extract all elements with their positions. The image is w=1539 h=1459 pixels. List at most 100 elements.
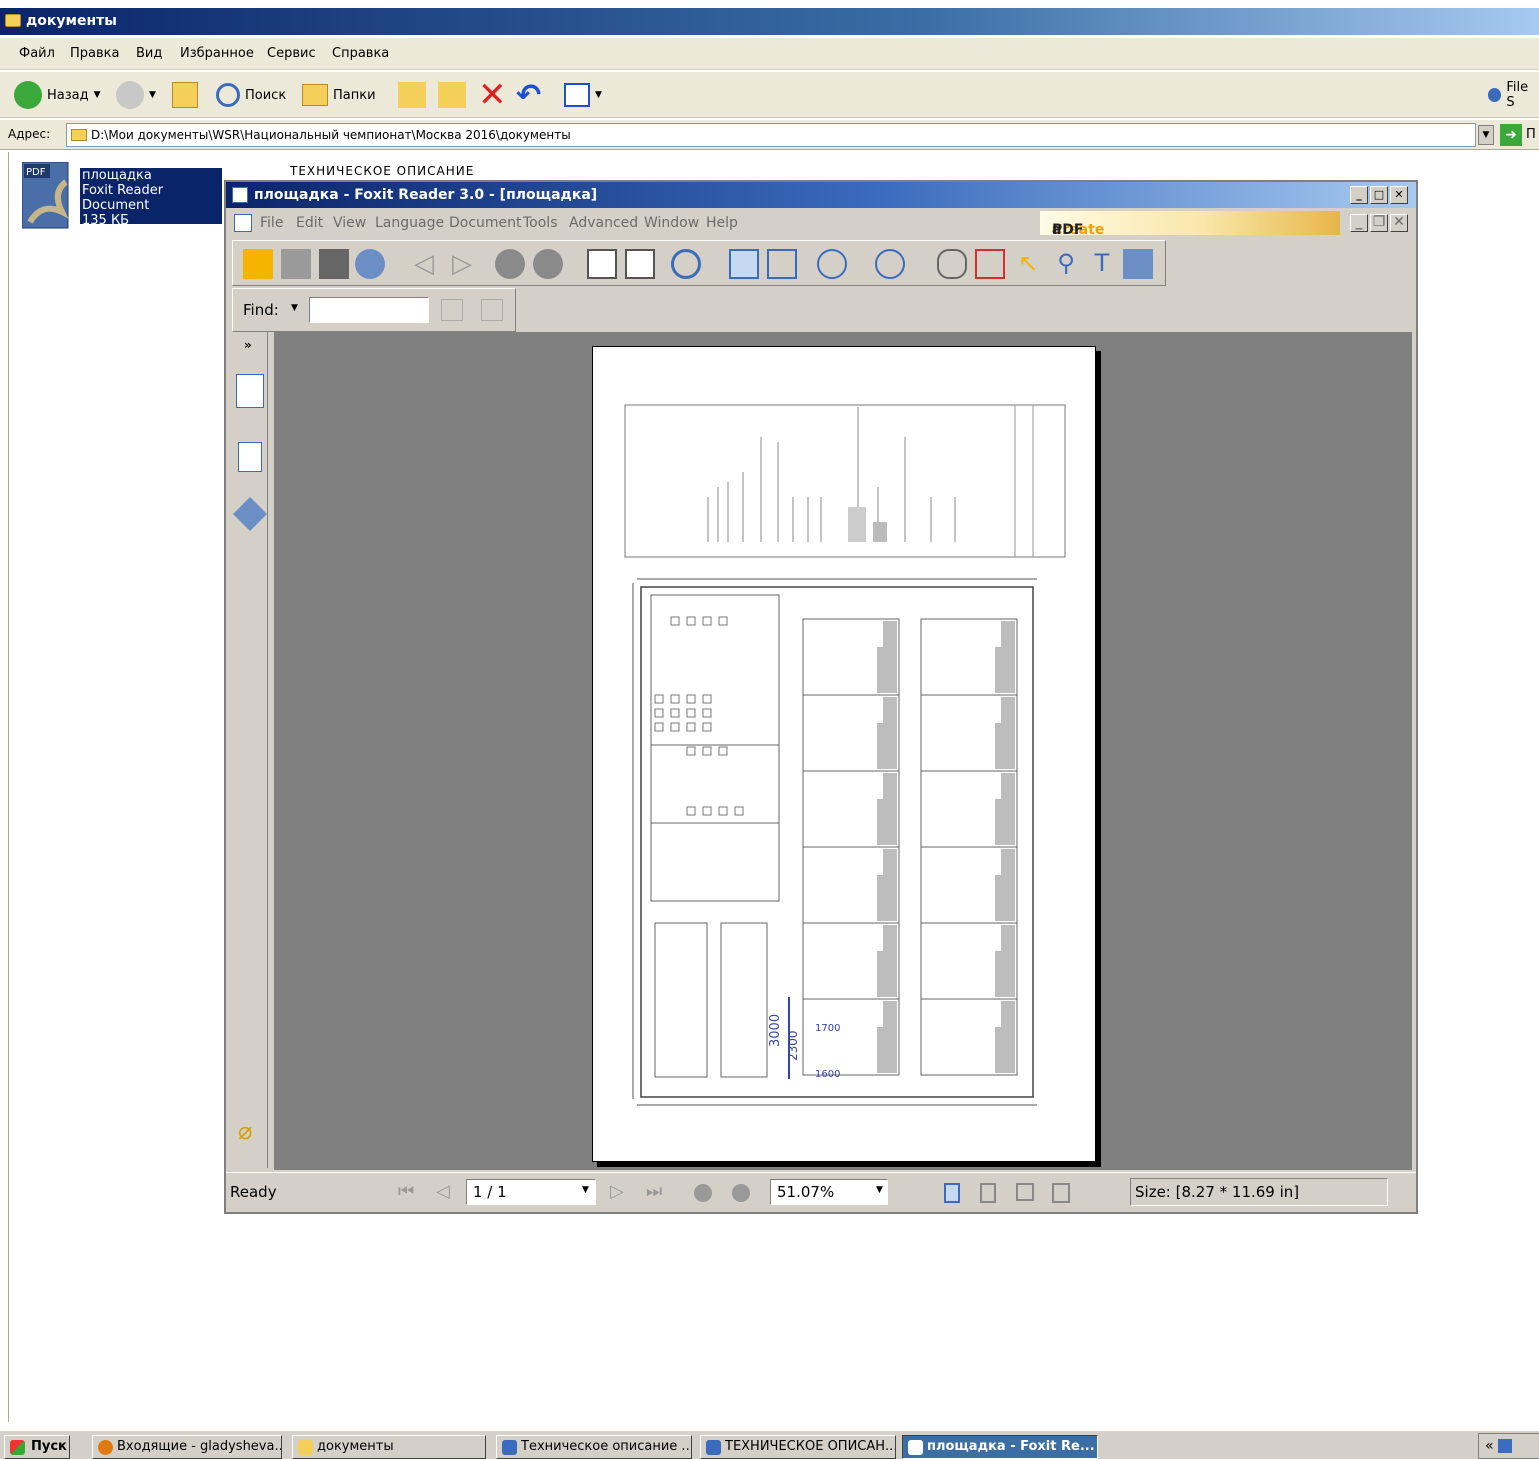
open-folder-icon[interactable] — [243, 249, 273, 279]
go-forward-view-icon[interactable] — [732, 1184, 750, 1202]
status-bar: Ready ⏮ ◁ 1 / 1 ▼ ▷ ⏭ 51.07% ▼ Size: [8.… — [226, 1172, 1416, 1212]
taskbar-item-tech-desc-caps[interactable]: ТЕХНИЧЕСКОЕ ОПИСАН... — [700, 1435, 896, 1459]
network-icon[interactable] — [1498, 1439, 1513, 1453]
expand-panel-icon[interactable]: » — [244, 338, 252, 352]
web-globe-icon[interactable] — [355, 249, 385, 279]
menu-window[interactable]: Window — [644, 215, 699, 231]
pdf-file-icon[interactable]: PDF — [21, 161, 70, 230]
foxit-title-bar[interactable]: площадка - Foxit Reader 3.0 - [площадка]… — [226, 182, 1416, 208]
select-arrow-icon[interactable]: ↖ — [1013, 249, 1043, 279]
layers-icon[interactable] — [233, 497, 267, 531]
single-page-icon[interactable] — [944, 1183, 960, 1203]
continuous-icon[interactable] — [980, 1183, 996, 1203]
zoom-in-circle-icon[interactable] — [875, 249, 905, 279]
explorer-title-bar[interactable]: документы — [0, 8, 1539, 35]
go-back-view-icon[interactable] — [694, 1184, 712, 1202]
typewriter-icon[interactable]: T — [1087, 249, 1117, 279]
taskbar-item-tech-desc[interactable]: Техническое описание ... — [496, 1435, 692, 1459]
save-icon[interactable] — [281, 249, 311, 279]
address-input[interactable]: D:\Мои документы\WSR\Национальный чемпио… — [66, 123, 1476, 147]
up-folder-button[interactable] — [172, 78, 198, 112]
menu-advanced[interactable]: Advanced — [569, 215, 638, 231]
delete-x-icon: ✕ — [478, 75, 507, 115]
page-size-field: Size: [8.27 * 11.69 in] — [1130, 1178, 1388, 1206]
menu-help[interactable]: Справка — [332, 46, 389, 61]
next-icon[interactable]: ▷ — [447, 249, 477, 279]
find-options-dropdown[interactable]: ▼ — [291, 303, 298, 313]
go-arrow-icon[interactable]: ➜ — [1500, 124, 1522, 146]
bookmarks-icon[interactable] — [236, 374, 264, 408]
doc-restore-button[interactable]: ❐ — [1370, 214, 1388, 232]
menu-document[interactable]: Document — [449, 215, 522, 231]
zoom-out-circle-icon[interactable] — [817, 249, 847, 279]
prev-page-icon[interactable]: ◁ — [436, 1181, 450, 1202]
print-icon[interactable] — [319, 249, 349, 279]
tray-expand[interactable]: « — [1485, 1438, 1494, 1454]
previous-icon[interactable]: ◁ — [409, 249, 439, 279]
pages-thumbnails-icon[interactable] — [238, 442, 262, 472]
menu-edit[interactable]: Edit — [296, 215, 323, 231]
minimize-button[interactable]: _ — [1350, 186, 1368, 204]
first-page-icon[interactable]: ⏮ — [398, 1181, 414, 1202]
menu-view[interactable]: View — [333, 215, 366, 231]
next-page-icon[interactable]: ▷ — [610, 1181, 624, 1202]
address-dropdown-button[interactable]: ▼ — [1478, 125, 1494, 145]
menu-file[interactable]: Файл — [19, 46, 55, 61]
close-button[interactable]: ✕ — [1390, 186, 1408, 204]
menu-help[interactable]: Help — [706, 215, 738, 231]
taskbar-item-inbox[interactable]: Входящие - gladysheva... — [92, 1435, 282, 1459]
menu-tools[interactable]: Сервис — [267, 46, 316, 61]
menu-tools[interactable]: Tools — [523, 215, 558, 231]
system-tray[interactable]: « — [1478, 1433, 1539, 1459]
taskbar-item-documents[interactable]: документы — [292, 1435, 486, 1459]
forward-button[interactable]: ▼ — [116, 78, 156, 112]
facing-icon[interactable] — [1016, 1183, 1034, 1201]
zoom-in-icon[interactable] — [671, 249, 701, 279]
rotate-right-icon[interactable] — [625, 249, 655, 279]
delete-button[interactable]: ✕ — [478, 75, 507, 115]
page-number-field[interactable]: 1 / 1 — [466, 1179, 596, 1205]
document-view[interactable]: 3000 2300 1700 1600 — [274, 332, 1412, 1170]
menu-view[interactable]: Вид — [136, 46, 162, 61]
find-input[interactable] — [309, 297, 429, 323]
handwritten-3000: 3000 — [768, 1014, 783, 1047]
doc-close-button[interactable]: ✕ — [1390, 214, 1408, 232]
copy-to-button[interactable] — [438, 78, 466, 112]
hand-tool-icon[interactable] — [937, 249, 967, 279]
menu-edit[interactable]: Правка — [70, 46, 119, 61]
doc-minimize-button[interactable]: _ — [1350, 214, 1368, 232]
attachment-clip-icon[interactable]: ⌀ — [238, 1117, 252, 1145]
undo-button[interactable]: ↶ — [516, 78, 541, 113]
find-previous-icon[interactable] — [441, 299, 463, 321]
background-file-label[interactable]: ТЕХНИЧЕСКОЕ ОПИСАНИЕ — [290, 164, 474, 178]
search-button[interactable]: Поиск — [216, 78, 286, 112]
zoom-dropdown-icon[interactable]: ▼ — [876, 1185, 883, 1195]
menu-language[interactable]: Language — [375, 215, 444, 231]
back-button[interactable]: Назад ▼ — [14, 78, 101, 112]
maximize-button[interactable]: □ — [1370, 186, 1388, 204]
text-select-icon[interactable] — [975, 249, 1005, 279]
zoom-field[interactable]: 51.07% — [770, 1179, 888, 1205]
fit-page-icon[interactable] — [729, 249, 759, 279]
binoculars-icon[interactable]: ⚲ — [1051, 249, 1081, 279]
continuous-facing-icon[interactable] — [1052, 1183, 1070, 1203]
menu-favorites[interactable]: Избранное — [180, 46, 254, 61]
create-pdf-banner[interactable]: Create a PDF — [1040, 211, 1340, 238]
foxit-app-icon — [232, 187, 248, 203]
folders-button[interactable]: Папки — [302, 78, 376, 112]
go-back-icon[interactable] — [495, 249, 525, 279]
taskbar-item-foxit[interactable]: площадка - Foxit Re... — [902, 1435, 1098, 1459]
rotate-left-icon[interactable] — [587, 249, 617, 279]
file-s-button[interactable]: File S — [1488, 78, 1539, 112]
start-button[interactable]: Пуск — [4, 1435, 70, 1459]
menu-file[interactable]: File — [260, 215, 283, 231]
last-page-icon[interactable]: ⏭ — [646, 1181, 662, 1202]
views-button[interactable]: ▼ — [564, 78, 602, 112]
page-dropdown-icon[interactable]: ▼ — [582, 1185, 589, 1195]
find-next-icon[interactable] — [481, 299, 503, 321]
snapshot-icon[interactable] — [1123, 249, 1153, 279]
fit-width-icon[interactable] — [767, 249, 797, 279]
go-forward-icon[interactable] — [533, 249, 563, 279]
move-to-button[interactable] — [398, 78, 426, 112]
file-item-label[interactable]: площадка Foxit Reader Document 135 КБ — [80, 168, 222, 228]
